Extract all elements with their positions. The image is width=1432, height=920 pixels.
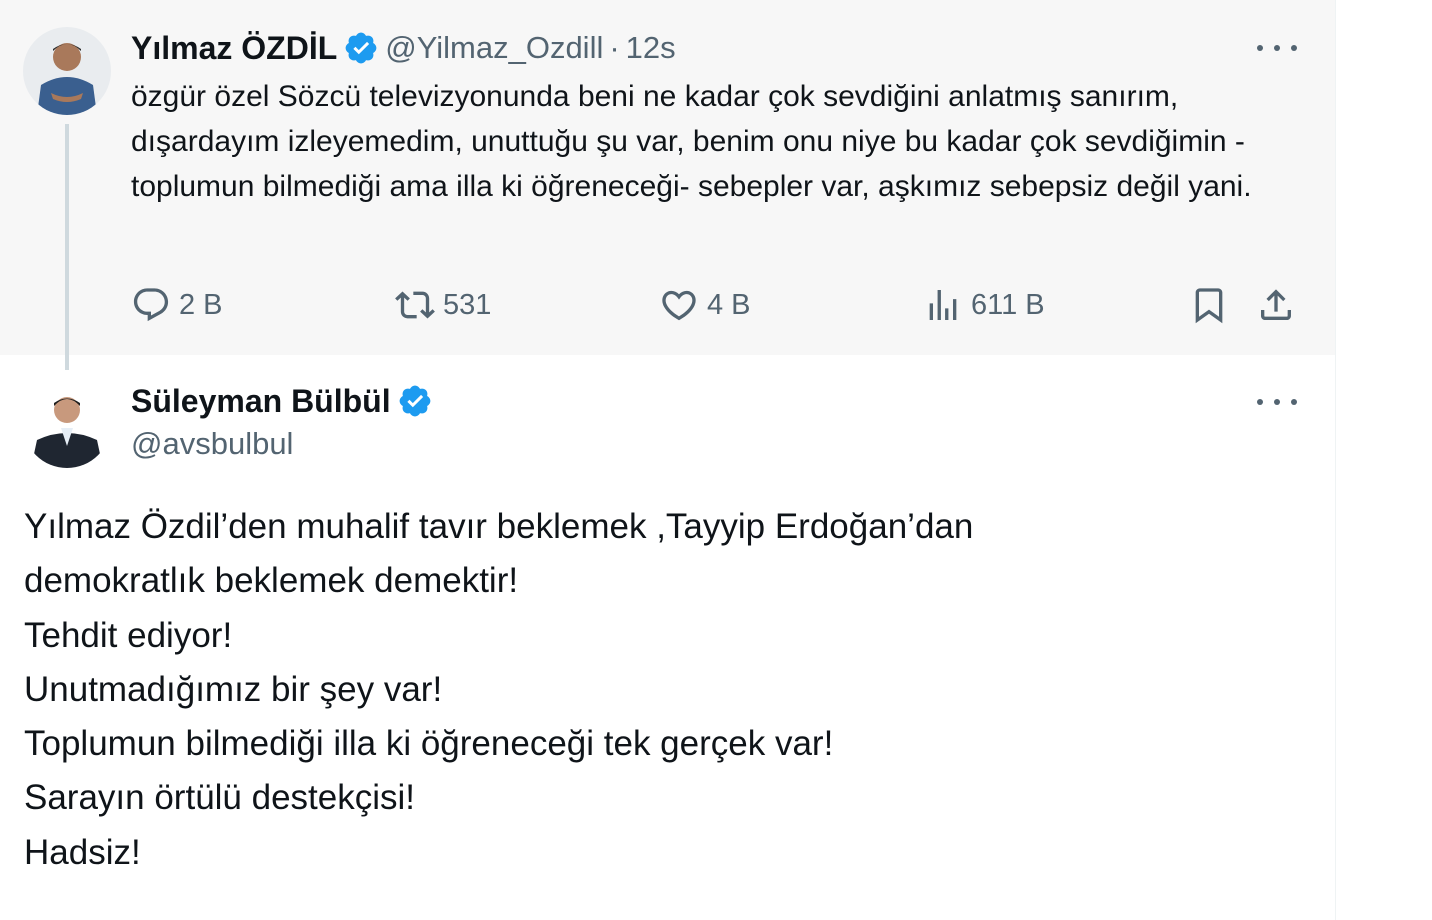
author-handle[interactable]: @Yilmaz_Ozdill	[385, 30, 603, 66]
timeline: Yılmaz ÖZDİL @Yilmaz_Ozdill · 12s özgür …	[0, 0, 1336, 920]
reply-text-line: Tehdit ediyor!	[24, 615, 233, 655]
avatar-image	[23, 380, 111, 468]
views-button[interactable]: 611 B	[923, 283, 1045, 327]
bookmark-icon	[1195, 288, 1223, 324]
reply-text-line: Hadsiz!	[24, 832, 141, 872]
reply-count: 2 B	[179, 288, 223, 321]
thread-line	[65, 124, 69, 370]
avatar[interactable]	[23, 27, 111, 115]
verified-icon	[345, 32, 377, 64]
like-button[interactable]: 4 B	[659, 283, 751, 327]
retweet-count: 531	[443, 288, 492, 321]
more-icon[interactable]	[1257, 40, 1297, 56]
like-count: 4 B	[707, 288, 751, 321]
avatar[interactable]	[23, 380, 111, 468]
parent-tweet-header: Yılmaz ÖZDİL @Yilmaz_Ozdill · 12s	[131, 26, 676, 70]
reply-text-line: Sarayın örtülü destekçisi!	[24, 778, 416, 818]
bookmark-button[interactable]	[1189, 283, 1229, 327]
reply-tweet-header: Süleyman Bülbül @avsbulbul	[131, 378, 433, 462]
avatar-image	[23, 27, 111, 115]
author-name[interactable]: Süleyman Bülbül	[131, 383, 391, 420]
reply-text-line: Yılmaz Özdil’den muhalif tavır beklemek …	[24, 507, 974, 546]
retweet-button[interactable]: 531	[395, 283, 491, 327]
more-icon[interactable]	[1257, 394, 1297, 410]
reply-text-line: Toplumun bilmediği illa ki öğreneceği te…	[24, 724, 834, 764]
reply-tweet-text: Yılmaz Özdil’den muhalif tavır beklemek …	[24, 500, 1304, 880]
reply-text-line: Unutmadığımız bir şey var!	[24, 669, 443, 709]
meta-separator: ·	[609, 30, 620, 65]
parent-tweet-text: özgür özel Sözcü televizyonunda beni ne …	[131, 80, 1252, 203]
tweet-time[interactable]: 12s	[626, 30, 676, 66]
share-icon	[1261, 289, 1291, 320]
retweet-icon	[395, 291, 435, 319]
reply-text-line: demokratlık beklemek demektir!	[24, 561, 519, 601]
like-icon	[662, 290, 696, 321]
verified-icon	[399, 385, 430, 417]
author-name[interactable]: Yılmaz ÖZDİL	[131, 30, 337, 67]
tweet-actions: 2 B 531 4 B 611 B	[131, 283, 1301, 327]
author-handle[interactable]: @avsbulbul	[131, 426, 433, 462]
reply-icon	[133, 288, 169, 322]
reply-button[interactable]: 2 B	[131, 283, 223, 327]
parent-tweet[interactable]: Yılmaz ÖZDİL @Yilmaz_Ozdill · 12s özgür …	[0, 0, 1335, 355]
views-count: 611 B	[971, 288, 1045, 321]
share-button[interactable]	[1256, 283, 1296, 327]
views-icon	[929, 290, 957, 320]
